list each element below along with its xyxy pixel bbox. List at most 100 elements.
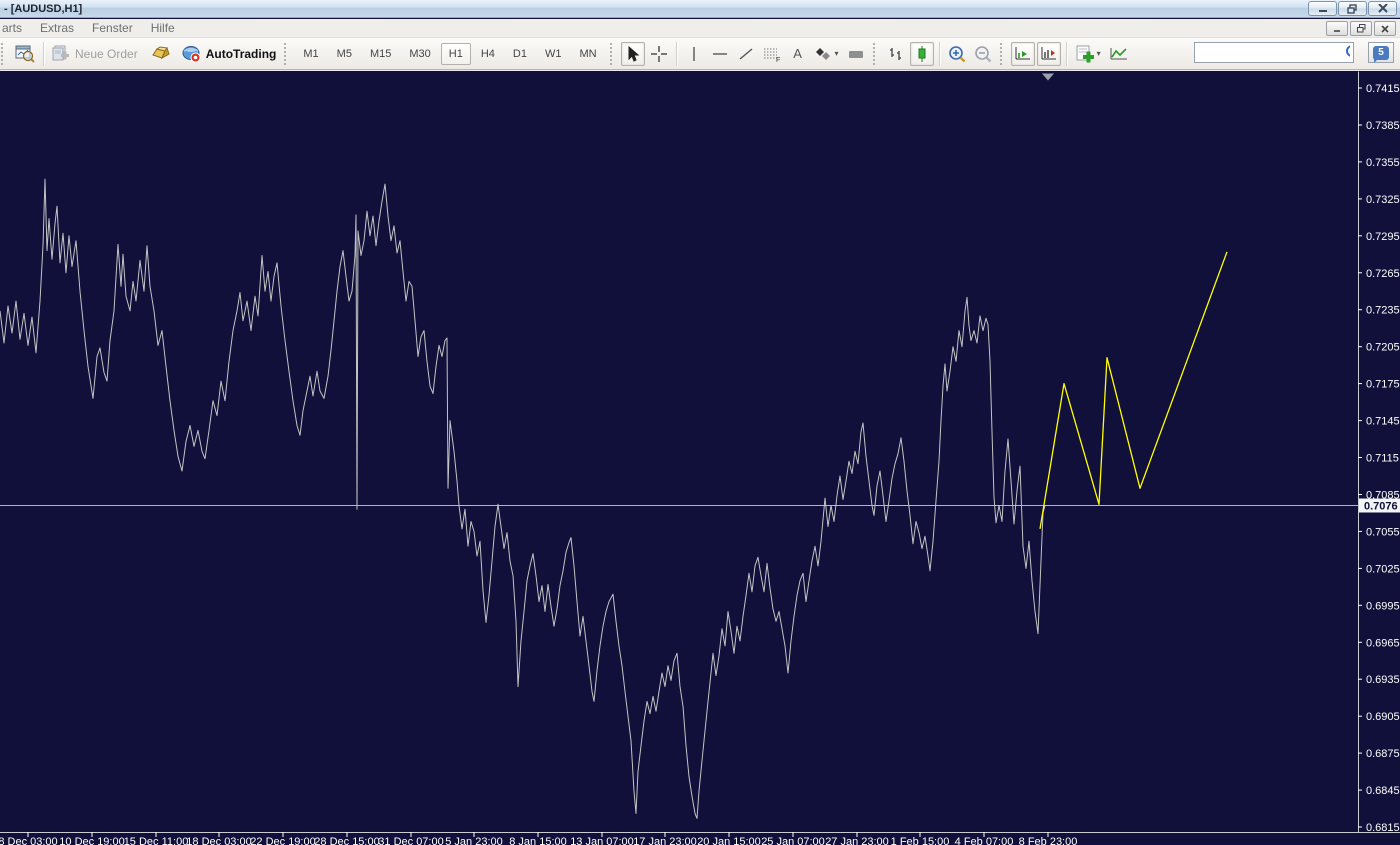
crosshair-tool-button[interactable] [647, 42, 671, 66]
vertical-line-tool-button[interactable] [682, 42, 706, 66]
mdi-restore-button[interactable] [1350, 21, 1372, 36]
close-button[interactable] [1368, 1, 1397, 16]
price-axis-label: 0.7025 [1366, 563, 1400, 575]
price-axis-label: 0.7205 [1366, 342, 1400, 354]
time-axis-label: 17 Jan 23:00 [633, 836, 697, 845]
toolbar: Neue Order AutoTrading M1 M5 M15 M30 H1 … [0, 38, 1400, 70]
cursor-tool-button[interactable] [621, 42, 645, 66]
fibonacci-tool-button[interactable]: F [760, 42, 784, 66]
price-axis-label: 0.6845 [1366, 785, 1400, 797]
bar-chart-type-button[interactable] [884, 42, 908, 66]
zoom-in-icon [948, 45, 966, 63]
indicator-line-button[interactable] [1106, 42, 1132, 66]
price-axis-label: 0.7415 [1366, 83, 1400, 95]
trendline-icon [738, 47, 754, 61]
toolbar-grip [1000, 43, 1007, 65]
arrows-dropdown-caret: ▾ [835, 49, 839, 58]
timeframe-w1-button[interactable]: W1 [537, 43, 570, 65]
zoom-out-button[interactable] [971, 42, 995, 66]
window-title: - [AUDUSD,H1] [0, 3, 82, 15]
timeframe-mn-button[interactable]: MN [571, 43, 604, 65]
indicators-button[interactable]: ▾ [1072, 42, 1104, 66]
timeframe-m1-button[interactable]: M1 [295, 43, 326, 65]
horizontal-line-tool-button[interactable] [708, 42, 732, 66]
arrows-tool-icon [815, 47, 833, 61]
timeframe-d1-button[interactable]: D1 [505, 43, 535, 65]
time-axis-label: 28 Dec 15:00 [314, 836, 379, 845]
price-chart: 0.74150.73850.73550.73250.72950.72650.72… [0, 71, 1400, 845]
timeframe-h1-button[interactable]: H1 [441, 43, 471, 65]
neue-order-button[interactable]: Neue Order [49, 42, 141, 66]
price-axis-label: 0.7055 [1366, 526, 1400, 538]
mdi-minimize-button[interactable] [1326, 21, 1348, 36]
time-axis-label: 13 Jan 07:00 [570, 836, 634, 845]
timeframe-h4-button[interactable]: H4 [473, 43, 503, 65]
price-axis-label: 0.7145 [1366, 416, 1400, 428]
current-price-label: 0.7076 [1364, 501, 1398, 513]
price-series-line [0, 179, 1045, 818]
search-box [1194, 42, 1354, 63]
forecast-zigzag-drawing[interactable] [1040, 252, 1227, 529]
mdi-close-button[interactable] [1374, 21, 1396, 36]
zoom-out-icon [974, 45, 992, 63]
close-icon [1378, 4, 1388, 13]
chart-area[interactable]: 0.74150.73850.73550.73250.72950.72650.72… [0, 70, 1400, 845]
toolbar-separator [939, 42, 940, 66]
chart-shift-icon [1040, 46, 1058, 62]
gold-ingot-button[interactable] [148, 42, 174, 66]
arrows-tool-button[interactable]: ▾ [812, 42, 842, 66]
price-axis-label: 0.6935 [1366, 674, 1400, 686]
title-bar: - [AUDUSD,H1] [0, 0, 1400, 18]
time-axis-label: 31 Dec 07:00 [378, 836, 443, 845]
time-axis-label: 20 Jan 15:00 [697, 836, 761, 845]
time-axis-label: 1 Feb 15:00 [891, 836, 950, 845]
time-axis-label: 25 Jan 07:00 [761, 836, 825, 845]
neue-order-label: Neue Order [75, 47, 138, 61]
menu-item-charts-clipped[interactable]: arts [0, 20, 31, 36]
timeframe-m5-button[interactable]: M5 [329, 43, 360, 65]
rectangle-tool-icon [848, 48, 864, 60]
rectangle-tool-button[interactable] [844, 42, 868, 66]
mdi-window-controls [1324, 21, 1396, 36]
mdi-restore-icon [1357, 24, 1366, 33]
toolbar-grip [873, 43, 880, 65]
minimize-icon [1318, 4, 1328, 13]
price-axis-label: 0.6815 [1366, 822, 1400, 834]
new-chart-button[interactable] [12, 42, 38, 66]
restore-button[interactable] [1338, 1, 1367, 16]
menu-item-hilfe[interactable]: Hilfe [142, 20, 184, 36]
trendline-tool-button[interactable] [734, 42, 758, 66]
time-axis-label: 5 Jan 23:00 [445, 836, 503, 845]
bar-chart-icon [888, 46, 904, 62]
price-axis-label: 0.7385 [1366, 120, 1400, 132]
text-tool-button[interactable]: A [786, 42, 810, 66]
menu-item-fenster[interactable]: Fenster [83, 20, 142, 36]
community-notifications-button[interactable]: 5 [1368, 42, 1394, 63]
metatrader-window: { "window": { "title": "- [AUDUSD,H1]" }… [0, 0, 1400, 845]
toolbar-separator [43, 42, 44, 66]
timeframe-m30-button[interactable]: M30 [401, 43, 438, 65]
chart-shift-marker[interactable] [1042, 74, 1054, 81]
candlestick-chart-type-button[interactable] [910, 42, 934, 66]
price-axis-label: 0.7235 [1366, 305, 1400, 317]
svg-text:F: F [776, 57, 780, 62]
notification-badge: 5 [1373, 46, 1389, 60]
auto-scroll-button[interactable] [1011, 42, 1035, 66]
mdi-close-icon [1381, 25, 1389, 33]
menu-item-extras[interactable]: Extras [31, 20, 83, 36]
price-axis-label: 0.6875 [1366, 748, 1400, 760]
toolbar-separator [1066, 42, 1067, 66]
crosshair-icon [651, 46, 667, 62]
text-tool-icon: A [793, 46, 802, 61]
zoom-in-button[interactable] [945, 42, 969, 66]
toolbar-grip [1, 43, 8, 65]
price-axis-label: 0.7295 [1366, 231, 1400, 243]
search-input[interactable] [1195, 44, 1345, 61]
minimize-button[interactable] [1308, 1, 1337, 16]
price-axis-label: 0.7325 [1366, 194, 1400, 206]
search-icon[interactable] [1345, 44, 1350, 61]
autotrading-button[interactable]: AutoTrading [179, 42, 280, 66]
chart-shift-button[interactable] [1037, 42, 1061, 66]
timeframe-m15-button[interactable]: M15 [362, 43, 399, 65]
horizontal-line-icon [712, 48, 728, 60]
